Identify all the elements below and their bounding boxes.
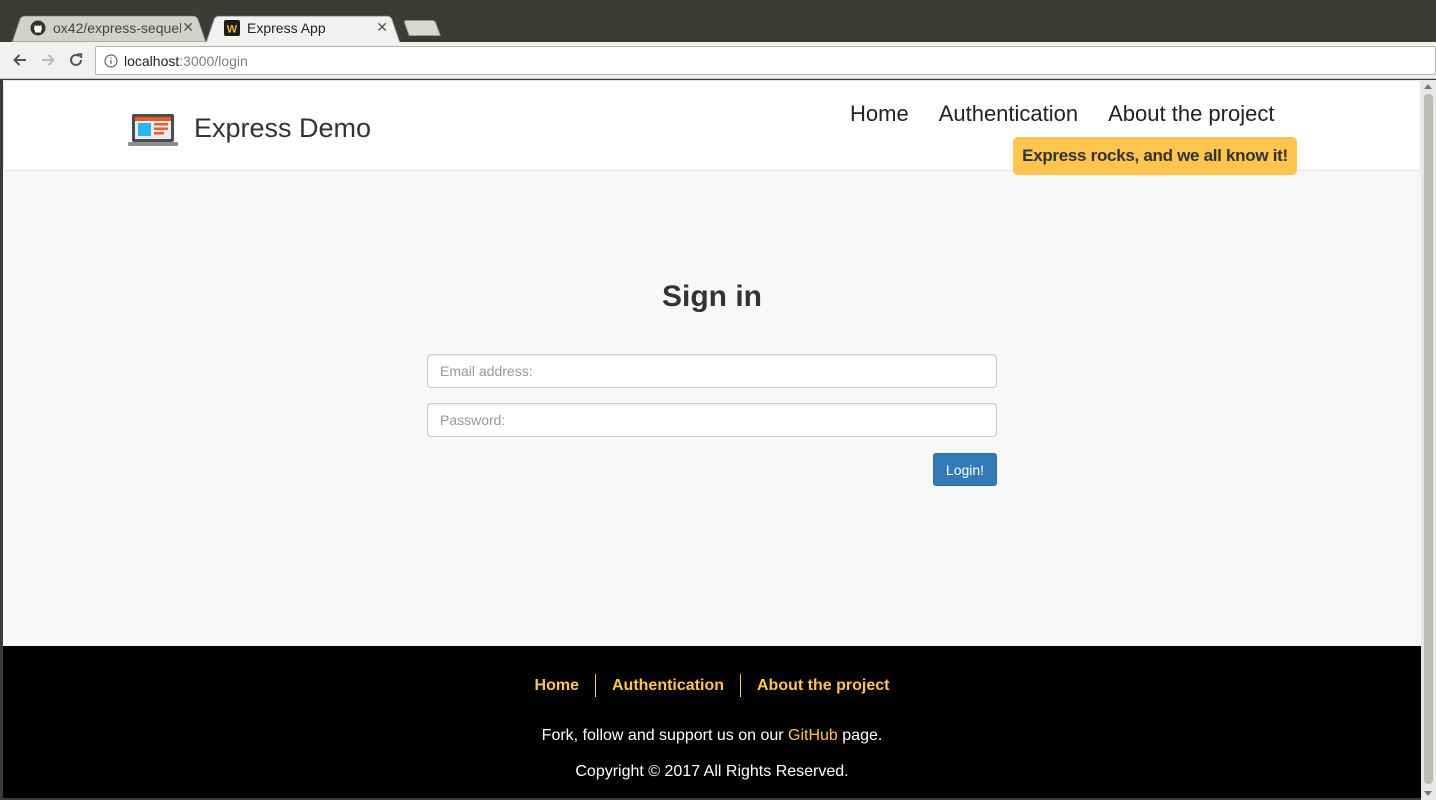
login-button[interactable]: Login! (933, 453, 997, 486)
footer-link-authentication[interactable]: Authentication (595, 674, 740, 697)
laptop-logo-icon[interactable] (128, 112, 178, 148)
fork-text-after: page. (837, 727, 883, 744)
browser-tab-strip: ox42/express-sequelize ✕ W Express App ✕ (0, 0, 1436, 42)
scrollbar-thumb[interactable] (1424, 94, 1433, 784)
nav-link-about[interactable]: About the project (1108, 101, 1274, 127)
new-tab-button[interactable] (406, 20, 438, 36)
copyright: Copyright © 2017 All Rights Reserved. (575, 763, 849, 780)
url-host: localhost (124, 52, 180, 69)
browser-tab-github[interactable]: ox42/express-sequelize ✕ (12, 13, 206, 42)
github-icon (30, 20, 46, 36)
footer-link-home[interactable]: Home (519, 674, 595, 697)
tab-title: ox42/express-sequelize (53, 19, 181, 36)
info-icon[interactable] (104, 53, 118, 68)
svg-text:W: W (227, 23, 238, 35)
nav-link-authentication[interactable]: Authentication (939, 101, 1078, 127)
footer: Home Authentication About the project Fo… (3, 646, 1421, 798)
tab-title: Express App (247, 19, 326, 36)
page-title: Sign in (662, 280, 762, 313)
close-icon[interactable]: ✕ (182, 19, 194, 36)
reload-icon[interactable] (66, 50, 86, 70)
browser-tab-express-app[interactable]: W Express App ✕ (206, 13, 400, 42)
page-viewport: Express Demo Home Authentication About t… (3, 80, 1421, 798)
url-path: :3000/login (179, 52, 248, 69)
tagline-badge: Express rocks, and we all know it! (1013, 137, 1297, 175)
brand-name[interactable]: Express Demo (194, 113, 371, 144)
scrollbar[interactable] (1421, 80, 1436, 800)
scroll-down-arrow-icon[interactable] (1424, 791, 1432, 796)
footer-link-about[interactable]: About the project (740, 674, 905, 697)
back-arrow-icon[interactable] (10, 50, 30, 70)
address-bar[interactable]: localhost:3000/login (95, 46, 1436, 75)
password-field[interactable] (427, 403, 997, 437)
forward-arrow-icon[interactable] (38, 50, 58, 70)
email-field[interactable] (427, 354, 997, 388)
scroll-up-arrow-icon[interactable] (1424, 84, 1432, 89)
footer-links: Home Authentication About the project (3, 674, 1421, 697)
browser-toolbar: localhost:3000/login (0, 42, 1436, 79)
w-logo-icon: W (224, 19, 240, 36)
nav-link-home[interactable]: Home (850, 101, 909, 127)
nav-links: Home Authentication About the project (850, 101, 1274, 127)
github-link[interactable]: GitHub (788, 727, 838, 744)
close-icon[interactable]: ✕ (376, 19, 388, 36)
footer-fork-text: Fork, follow and support us on our GitHu… (3, 727, 1421, 745)
fork-text-before: Fork, follow and support us on our (541, 727, 789, 744)
